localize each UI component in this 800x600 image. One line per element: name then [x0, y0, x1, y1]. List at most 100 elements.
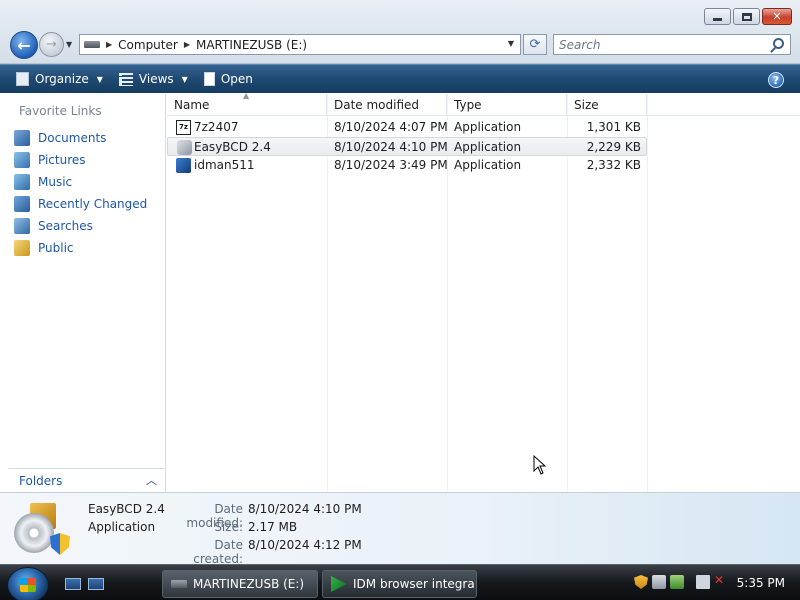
- file-row[interactable]: 7z 7z2407 8/10/2024 4:07 PM Application …: [167, 118, 647, 137]
- documents-icon: [14, 130, 30, 146]
- start-button[interactable]: [7, 567, 49, 600]
- switch-windows-icon[interactable]: [88, 578, 104, 590]
- file-row[interactable]: idman511 8/10/2024 3:49 PM Application 2…: [167, 156, 647, 175]
- breadcrumb-drive[interactable]: MARTINEZUSB (E:): [196, 38, 307, 52]
- minimize-button[interactable]: [704, 8, 731, 25]
- address-dropdown-icon[interactable]: ▼: [508, 39, 514, 48]
- mouse-cursor-icon: [533, 455, 547, 475]
- open-button[interactable]: Open: [198, 65, 259, 93]
- nav-item-label: Public: [38, 241, 74, 255]
- file-size: 1,301 KB: [586, 120, 641, 134]
- file-list: ▲ Name Date modified Type Size 7z 7z2407…: [167, 91, 800, 492]
- open-icon: [203, 72, 215, 86]
- file-row-selected[interactable]: EasyBCD 2.4 8/10/2024 4:10 PM Applicatio…: [167, 137, 647, 156]
- idm-icon: [331, 576, 347, 592]
- nav-item-label: Pictures: [38, 153, 86, 167]
- column-header-size[interactable]: Size: [567, 94, 647, 116]
- navigation-pane: Favorite Links Documents Pictures Music …: [8, 94, 166, 492]
- searches-icon: [14, 218, 30, 234]
- caption-buttons: ✕: [704, 8, 792, 25]
- pictures-icon: [14, 152, 30, 168]
- chevron-up-icon: ︿: [146, 474, 157, 487]
- music-icon: [14, 174, 30, 190]
- open-label: Open: [220, 72, 253, 86]
- column-header-name[interactable]: ▲ Name: [167, 91, 327, 116]
- views-label: Views: [138, 72, 174, 86]
- nav-item-pictures[interactable]: Pictures: [14, 149, 147, 171]
- maximize-icon: [741, 12, 752, 21]
- folders-label: Folders: [19, 473, 63, 488]
- network-disconnected-icon[interactable]: [696, 575, 710, 589]
- chevron-down-icon: ▼: [96, 74, 103, 84]
- security-shield-icon[interactable]: [634, 575, 648, 589]
- column-header-type[interactable]: Type: [447, 94, 567, 116]
- file-name: EasyBCD 2.4: [194, 140, 271, 154]
- breadcrumb-computer[interactable]: Computer: [118, 38, 178, 52]
- help-icon: ?: [772, 73, 780, 87]
- file-date: 8/10/2024 4:10 PM: [334, 140, 448, 154]
- public-folder-icon: [14, 240, 30, 256]
- easybcd-large-icon: [14, 501, 70, 557]
- refresh-button[interactable]: ⟳: [523, 34, 547, 55]
- column-divider: [647, 94, 648, 492]
- nav-item-label: Music: [38, 175, 73, 189]
- nav-item-music[interactable]: Music: [14, 171, 147, 193]
- search-placeholder: Search: [559, 38, 601, 52]
- nav-item-label: Recently Changed: [38, 197, 148, 211]
- title-bar: ✕ ← → ▼ ▶ Computer ▶ MARTINEZUSB (E:) ▼ …: [0, 0, 800, 64]
- taskbar: MARTINEZUSB (E:) IDM browser integra... …: [0, 564, 800, 600]
- maximize-button[interactable]: [733, 8, 760, 25]
- favorite-links-heading: Favorite Links: [19, 104, 102, 118]
- 7zip-icon: 7z: [176, 120, 191, 135]
- nav-item-label: Searches: [38, 219, 93, 233]
- idm-icon: [176, 158, 191, 173]
- close-icon: ✕: [772, 10, 782, 23]
- chevron-right-icon[interactable]: ▶: [184, 40, 190, 49]
- tray-app-icon[interactable]: [670, 575, 684, 589]
- taskbar-button-explorer[interactable]: MARTINEZUSB (E:): [162, 570, 318, 598]
- forward-button[interactable]: →: [39, 32, 64, 57]
- help-button[interactable]: ?: [768, 72, 784, 88]
- file-name: idman511: [194, 158, 255, 172]
- close-button[interactable]: ✕: [762, 8, 792, 25]
- nav-item-public[interactable]: Public: [14, 237, 147, 259]
- folders-toggle[interactable]: Folders ︿: [8, 468, 165, 492]
- favorite-links-list: Documents Pictures Music Recently Change…: [14, 127, 147, 259]
- chevron-right-icon[interactable]: ▶: [106, 40, 112, 49]
- shield-icon: [50, 533, 70, 555]
- easybcd-icon: [177, 140, 192, 155]
- nav-item-documents[interactable]: Documents: [14, 127, 147, 149]
- system-tray: ✕ 5:35 PM: [630, 565, 800, 600]
- clock[interactable]: 5:35 PM: [737, 576, 785, 590]
- file-type: Application: [454, 158, 522, 172]
- size-label: Size:: [214, 520, 243, 534]
- back-arrow-icon: ←: [17, 35, 31, 55]
- nav-item-label: Documents: [38, 131, 107, 145]
- volume-muted-icon[interactable]: ✕: [714, 573, 728, 587]
- address-bar[interactable]: ▶ Computer ▶ MARTINEZUSB (E:) ▼: [79, 34, 521, 55]
- file-size: 2,332 KB: [586, 158, 641, 172]
- command-bar: Organize ▼ Views ▼ Open ?: [0, 64, 800, 93]
- network-check-icon[interactable]: [652, 575, 666, 589]
- file-type: Application: [454, 140, 522, 154]
- drive-icon: [171, 580, 187, 588]
- date-created-label: Date created:: [193, 538, 243, 566]
- recently-changed-icon: [14, 196, 30, 212]
- forward-arrow-icon: →: [46, 37, 57, 52]
- column-header-label: Type: [454, 98, 482, 112]
- search-input[interactable]: Search: [553, 34, 791, 55]
- views-button[interactable]: Views ▼: [113, 65, 194, 93]
- file-size: 2,229 KB: [586, 140, 641, 154]
- taskbar-button-idm[interactable]: IDM browser integra...: [322, 570, 477, 598]
- file-name: 7z2407: [194, 120, 239, 134]
- search-icon[interactable]: [773, 38, 784, 49]
- recent-pages-dropdown[interactable]: ▼: [66, 40, 72, 49]
- nav-item-searches[interactable]: Searches: [14, 215, 147, 237]
- column-header-label: Size: [574, 98, 599, 112]
- show-desktop-icon[interactable]: [65, 578, 81, 590]
- column-header-date-modified[interactable]: Date modified: [327, 94, 447, 116]
- details-pane: EasyBCD 2.4 Application Date modified: 8…: [0, 492, 800, 566]
- back-button[interactable]: ←: [10, 31, 38, 59]
- organize-button[interactable]: Organize ▼: [10, 65, 109, 93]
- nav-item-recently-changed[interactable]: Recently Changed: [14, 193, 147, 215]
